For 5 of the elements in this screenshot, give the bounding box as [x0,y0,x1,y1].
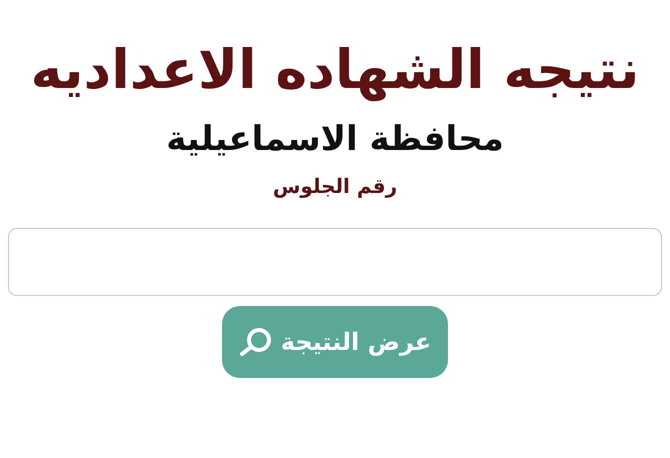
governorate-heading: محافظة الاسماعيلية [166,119,504,160]
show-result-button[interactable]: عرض النتيجة [222,306,448,378]
page-title: نتيجه الشهاده الاعداديه [30,40,640,100]
seat-number-label: رقم الجلوس [272,174,398,198]
seat-number-field[interactable] [8,228,662,296]
